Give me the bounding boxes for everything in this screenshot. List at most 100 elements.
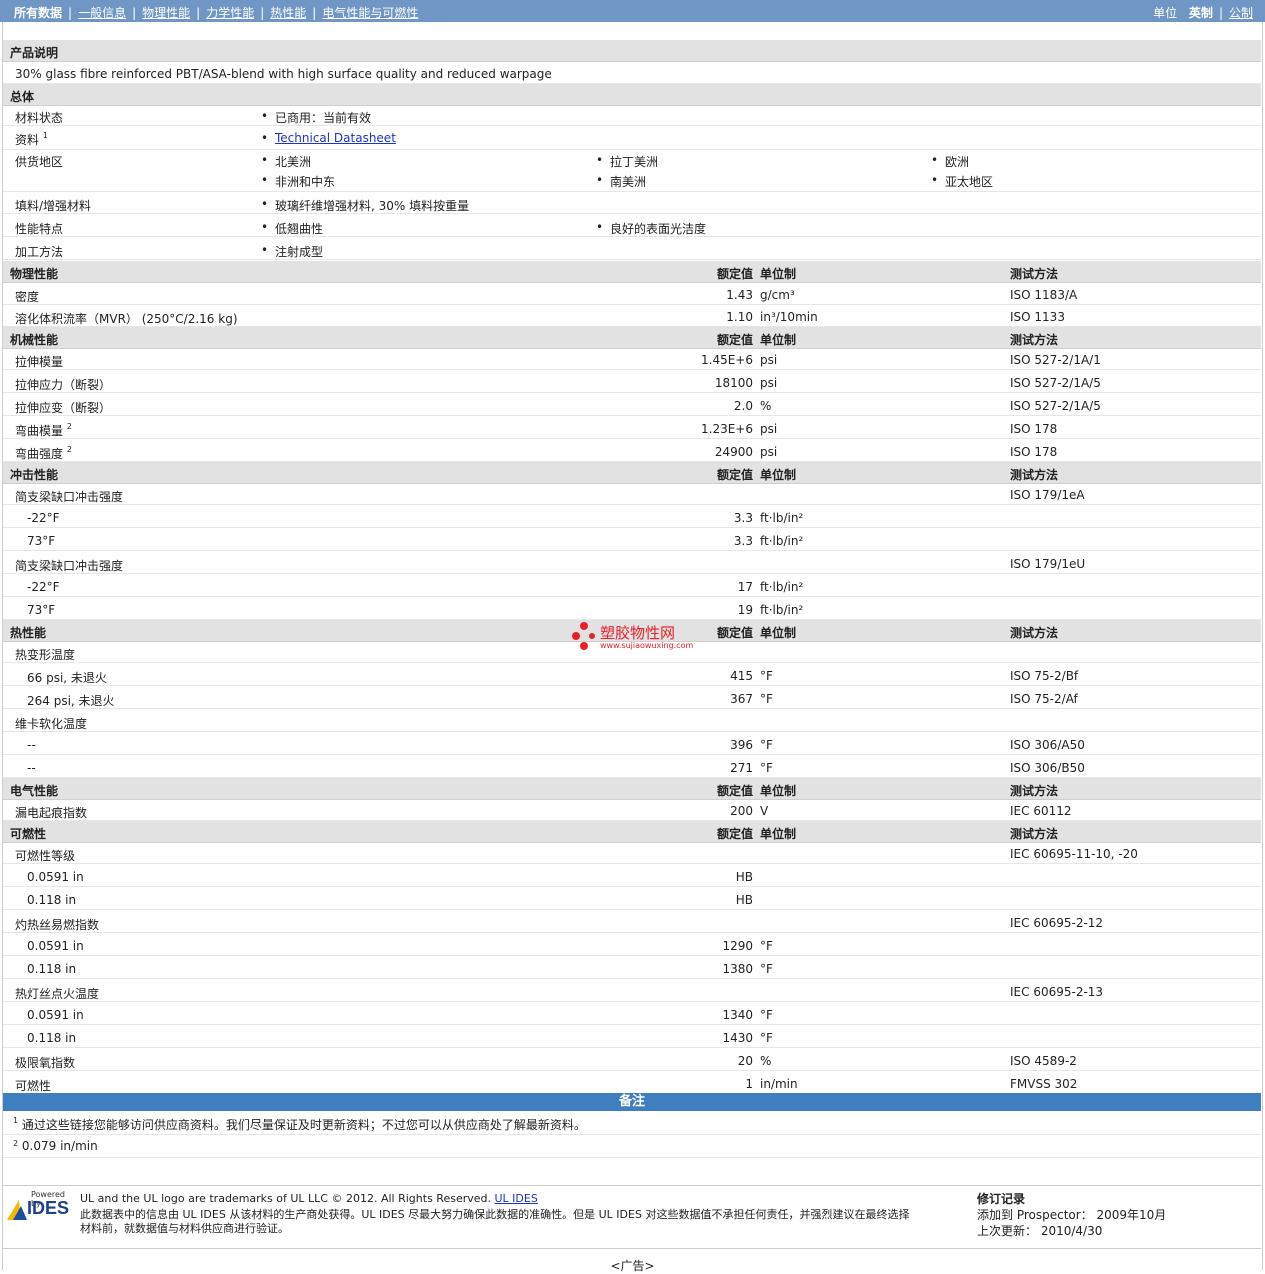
property-row: 弯曲强度 2 24900 psi ISO 178	[3, 440, 1261, 462]
property-row: 73°F 3.3 ft·lb/in²	[3, 529, 1261, 551]
property-unit: ft·lb/in²	[760, 511, 804, 525]
property-value: 1.45E+6	[701, 353, 753, 367]
property-row: 0.118 in 1380 °F	[3, 957, 1261, 979]
description-text: 30% glass fibre reinforced PBT/ASA-blend…	[15, 67, 552, 81]
property-value: 19	[737, 603, 753, 617]
col-value-header: 额定值	[716, 784, 753, 798]
revision-added: 添加到 Prospector： 2009年10月	[977, 1208, 1167, 1222]
col-method-header: 测试方法	[1010, 468, 1059, 482]
property-value: 2.0	[733, 399, 753, 413]
property-unit: °F	[760, 1008, 773, 1022]
property-name: 0.118 in	[27, 893, 77, 907]
property-method: ISO 179/1eA	[1010, 488, 1085, 502]
property-value: 396	[730, 738, 753, 752]
ul-ides-link[interactable]: UL IDES	[495, 1192, 538, 1205]
property-row: 维卡软化温度	[3, 710, 1261, 732]
property-row: 0.0591 in 1340 °F	[3, 1003, 1261, 1025]
property-unit: °F	[760, 962, 773, 976]
property-name: --	[27, 761, 36, 775]
col-unit-header: 单位制	[760, 267, 797, 281]
col-value-header: 额定值	[716, 333, 753, 347]
property-unit: °F	[760, 669, 773, 683]
revision-updated: 上次更新： 2010/4/30	[977, 1224, 1103, 1238]
property-name: 灼热丝易燃指数	[15, 918, 100, 932]
property-row: 热灯丝点火温度 IEC 60695-2-13	[3, 980, 1261, 1002]
property-method: ISO 178	[1010, 422, 1058, 436]
note-2: 2 0.079 in/min	[3, 1135, 1261, 1158]
description-row: 30% glass fibre reinforced PBT/ASA-blend…	[3, 62, 1261, 84]
property-row: 拉伸应变（断裂） 2.0% ISO 527-2/1A/5	[3, 394, 1261, 416]
property-method: FMVSS 302	[1010, 1077, 1078, 1091]
property-value: 1380	[722, 962, 753, 976]
property-method: ISO 75-2/Bf	[1010, 669, 1079, 683]
nav-thermal[interactable]: 热性能	[270, 6, 306, 20]
property-name: -22°F	[27, 580, 60, 594]
general-row-status: 材料状态 已商用：当前有效	[3, 104, 1261, 126]
property-name: 可燃性等级	[15, 849, 76, 863]
section-header-description: 产品说明	[3, 40, 1261, 62]
nav-physical[interactable]: 物理性能	[142, 6, 190, 20]
property-row: 密度 1.43 g/cm³ ISO 1183/A	[3, 283, 1261, 305]
property-name: 73°F	[27, 603, 56, 617]
nav-all-data[interactable]: 所有数据	[14, 6, 62, 20]
section-header-general: 总体	[3, 84, 1261, 106]
property-name: 简支梁缺口冲击强度	[15, 490, 124, 504]
unit-switch: 单位 英制 | 公制	[1153, 6, 1253, 20]
property-method: ISO 1183/A	[1010, 288, 1078, 302]
property-method: ISO 527-2/1A/1	[1010, 353, 1101, 367]
nav-general[interactable]: 一般信息	[78, 6, 126, 20]
property-row: -22°F 17 ft·lb/in²	[3, 575, 1261, 597]
section-title: 热性能	[10, 626, 47, 640]
property-unit: °F	[760, 692, 773, 706]
col-method-header: 测试方法	[1010, 333, 1059, 347]
property-method: ISO 178	[1010, 445, 1058, 459]
property-method: ISO 4589-2	[1010, 1054, 1077, 1068]
general-row-resource: 资料 1 Technical Datasheet	[3, 126, 1261, 150]
general-row-features: 性能特点 低翘曲性 良好的表面光洁度	[3, 215, 1261, 237]
property-method: IEC 60695-11-10, -20	[1010, 847, 1138, 861]
watermark-url: www.sujiaowuxing.com	[600, 641, 694, 650]
unit-imperial[interactable]: 英制	[1189, 6, 1213, 20]
property-name: 可燃性	[15, 1079, 52, 1093]
unit-label: 单位	[1153, 6, 1178, 20]
property-row: 0.118 in HB	[3, 888, 1261, 910]
property-name: 264 psi, 未退火	[27, 694, 115, 708]
property-unit: °F	[760, 761, 773, 775]
property-name: --	[27, 738, 36, 752]
col-method-header: 测试方法	[1010, 784, 1059, 798]
property-name: 0.118 in	[27, 962, 77, 976]
section-title: 冲击性能	[10, 468, 59, 482]
feature-item: 低翘曲性	[261, 220, 323, 237]
property-value: 1.23E+6	[701, 422, 753, 436]
property-value: 20	[737, 1054, 753, 1068]
property-name: 热变形温度	[15, 648, 76, 662]
col-unit-header: 单位制	[760, 784, 797, 798]
row-label: 加工方法	[15, 245, 64, 259]
property-value: 3.3	[733, 534, 753, 548]
revision-title: 修订记录	[977, 1192, 1026, 1206]
unit-metric[interactable]: 公制	[1229, 6, 1253, 20]
property-unit: %	[760, 399, 772, 413]
property-name: 0.0591 in	[27, 1008, 84, 1022]
property-value: 24900	[714, 445, 753, 459]
property-row: 0.0591 in HB	[3, 865, 1261, 887]
col-method-header: 测试方法	[1010, 827, 1059, 841]
technical-datasheet-link[interactable]: Technical Datasheet	[275, 131, 396, 145]
property-value: 271	[730, 761, 753, 775]
nav-mechanical[interactable]: 力学性能	[206, 6, 254, 20]
nav-electrical[interactable]: 电气性能与可燃性	[322, 6, 418, 20]
property-unit: °F	[760, 1031, 773, 1045]
property-name: 66 psi, 未退火	[27, 671, 107, 685]
row-value: 玻璃纤维增强材料, 30% 填料按重量	[261, 197, 469, 214]
nav-links: 所有数据 | 一般信息 | 物理性能 | 力学性能 | 热性能 | 电气性能与可燃性	[14, 6, 419, 20]
property-name: 维卡软化温度	[15, 717, 88, 731]
property-method: ISO 306/A50	[1010, 738, 1085, 752]
property-name: 极限氧指数	[15, 1056, 76, 1070]
notes-header: 备注	[3, 1093, 1261, 1111]
property-row: 拉伸模量 1.45E+6 psi ISO 527-2/1A/1	[3, 348, 1261, 370]
col-value-header: 额定值	[716, 267, 753, 281]
property-value: 1340	[722, 1008, 753, 1022]
region-item: 非洲和中东	[261, 173, 335, 190]
row-value: 注射成型	[261, 243, 323, 260]
property-row: 可燃性 1 in/min FMVSS 302	[3, 1072, 1261, 1094]
